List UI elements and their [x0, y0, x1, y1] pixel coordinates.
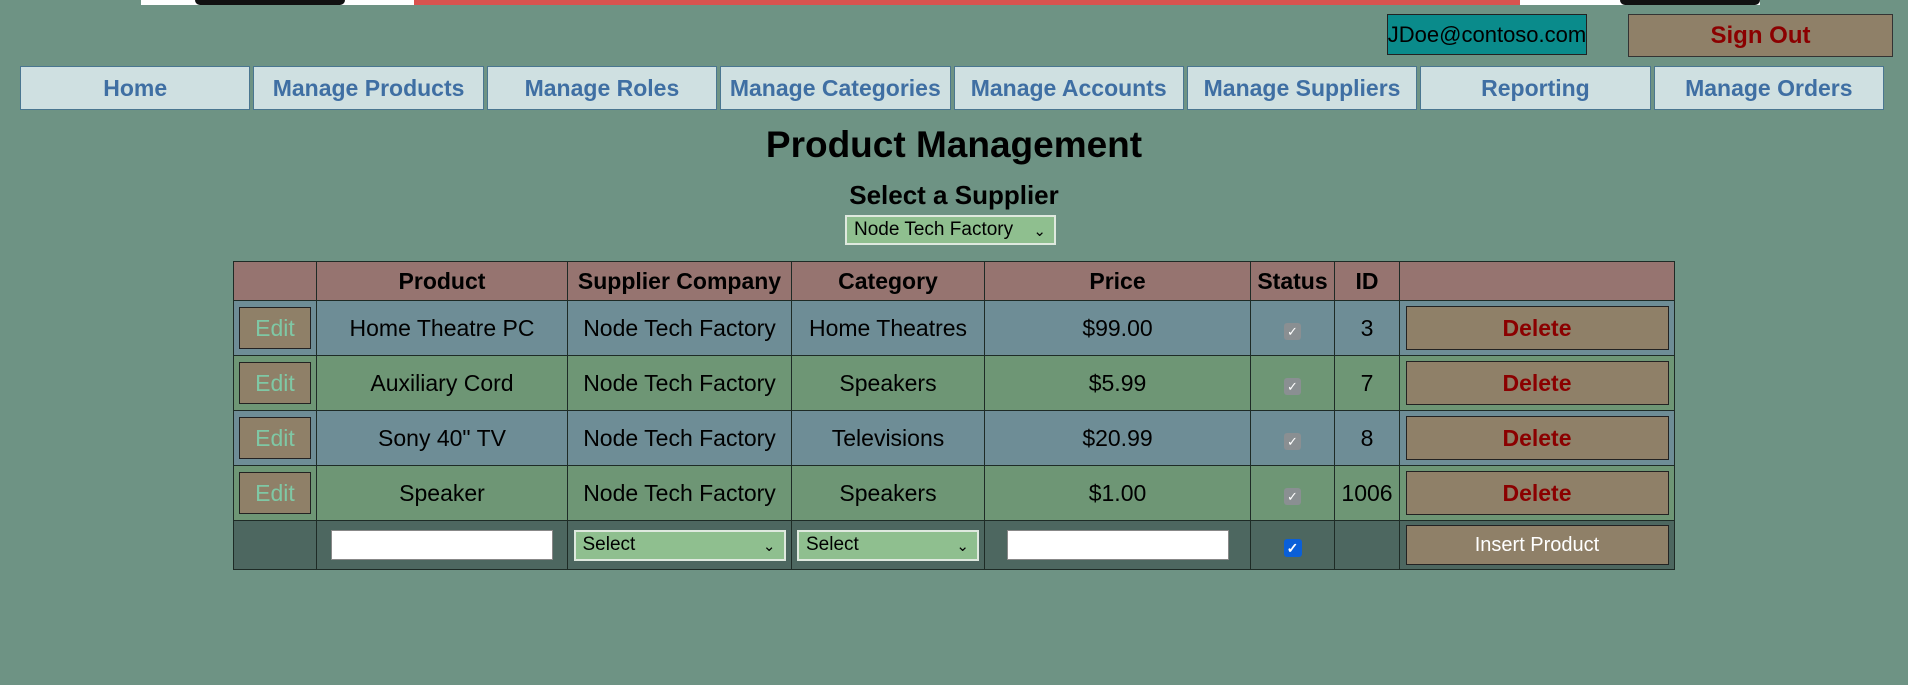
supplier-dropdown[interactable]: Node Tech Factory ⌄ [845, 215, 1056, 245]
column-header-id: ID [1334, 261, 1400, 301]
table-row: Edit Auxiliary Cord Node Tech Factory Sp… [233, 355, 1675, 411]
product-id: 7 [1334, 355, 1400, 411]
price: $5.99 [984, 355, 1251, 411]
nav-manage-roles[interactable]: Manage Roles [486, 66, 718, 110]
nav-manage-accounts[interactable]: Manage Accounts [953, 66, 1184, 110]
column-header-supplier: Supplier Company [567, 261, 792, 301]
products-table: Product Supplier Company Category Price … [233, 261, 1675, 570]
table-row: Edit Sony 40" TV Node Tech Factory Telev… [233, 410, 1675, 466]
product-id: 3 [1334, 300, 1400, 356]
category: Home Theatres [791, 300, 985, 356]
product-name: Sony 40" TV [316, 410, 568, 466]
delete-button[interactable]: Delete [1405, 416, 1669, 460]
table-row: Edit Home Theatre PC Node Tech Factory H… [233, 300, 1675, 356]
sign-out-button[interactable]: Sign Out [1628, 14, 1893, 57]
edit-button[interactable]: Edit [239, 417, 311, 459]
nav-manage-products[interactable]: Manage Products [253, 66, 484, 110]
supplier-select-value: Select [582, 534, 636, 556]
column-header-edit [233, 261, 317, 301]
column-header-category: Category [791, 261, 985, 301]
insert-row: Select ⌄ Select ⌄ ✓ Insert Product [233, 520, 1675, 570]
status-checkbox: ✓ [1284, 378, 1301, 395]
status-checkbox: ✓ [1284, 488, 1301, 505]
supplier-company: Node Tech Factory [567, 300, 792, 356]
top-banner-strip [0, 0, 1908, 6]
column-header-delete [1399, 261, 1675, 301]
price: $1.00 [984, 465, 1251, 521]
supplier-select[interactable]: Select ⌄ [573, 529, 786, 561]
nav-manage-orders[interactable]: Manage Orders [1653, 66, 1884, 110]
chevron-down-icon: ⌄ [762, 537, 776, 555]
product-id: 1006 [1334, 465, 1400, 521]
status-checkbox: ✓ [1284, 323, 1301, 340]
product-name: Speaker [316, 465, 568, 521]
nav-manage-categories[interactable]: Manage Categories [720, 66, 951, 110]
category: Televisions [791, 410, 985, 466]
supplier-company: Node Tech Factory [567, 410, 792, 466]
user-email-badge: JDoe@contoso.com [1387, 14, 1587, 55]
product-name: Auxiliary Cord [316, 355, 568, 411]
supplier-label: Select a Supplier [849, 180, 1059, 210]
delete-button[interactable]: Delete [1405, 361, 1669, 405]
price: $20.99 [984, 410, 1251, 466]
supplier-dropdown-value: Node Tech Factory [854, 219, 1014, 240]
nav-home[interactable]: Home [20, 66, 251, 110]
column-header-status: Status [1250, 261, 1335, 301]
nav-reporting[interactable]: Reporting [1420, 66, 1651, 110]
product-id: 8 [1334, 410, 1400, 466]
column-header-price: Price [984, 261, 1251, 301]
insert-product-button[interactable]: Insert Product [1405, 525, 1669, 565]
product-name-input[interactable] [331, 530, 553, 560]
edit-button[interactable]: Edit [239, 472, 311, 514]
category-select-value: Select [806, 534, 859, 556]
delete-button[interactable]: Delete [1405, 306, 1669, 350]
chevron-down-icon: ⌄ [956, 537, 969, 555]
status-checkbox-input[interactable]: ✓ [1283, 539, 1302, 557]
main-nav: Home Manage Products Manage Roles Manage… [20, 66, 1884, 110]
price-input[interactable] [1006, 530, 1229, 560]
price: $99.00 [984, 300, 1251, 356]
category: Speakers [791, 465, 985, 521]
nav-manage-suppliers[interactable]: Manage Suppliers [1186, 66, 1418, 110]
chevron-down-icon: ⌄ [1033, 223, 1046, 240]
category: Speakers [791, 355, 985, 411]
status-checkbox: ✓ [1284, 433, 1301, 450]
table-row: Edit Speaker Node Tech Factory Speakers … [233, 465, 1675, 521]
delete-button[interactable]: Delete [1405, 471, 1669, 515]
product-name: Home Theatre PC [316, 300, 568, 356]
column-header-product: Product [316, 261, 568, 301]
category-select[interactable]: Select ⌄ [797, 529, 979, 561]
supplier-company: Node Tech Factory [567, 465, 792, 521]
page-title: Product Management [765, 124, 1143, 165]
supplier-company: Node Tech Factory [567, 355, 792, 411]
edit-button[interactable]: Edit [239, 307, 311, 349]
table-header-row: Product Supplier Company Category Price … [233, 261, 1675, 301]
edit-button[interactable]: Edit [239, 362, 311, 404]
